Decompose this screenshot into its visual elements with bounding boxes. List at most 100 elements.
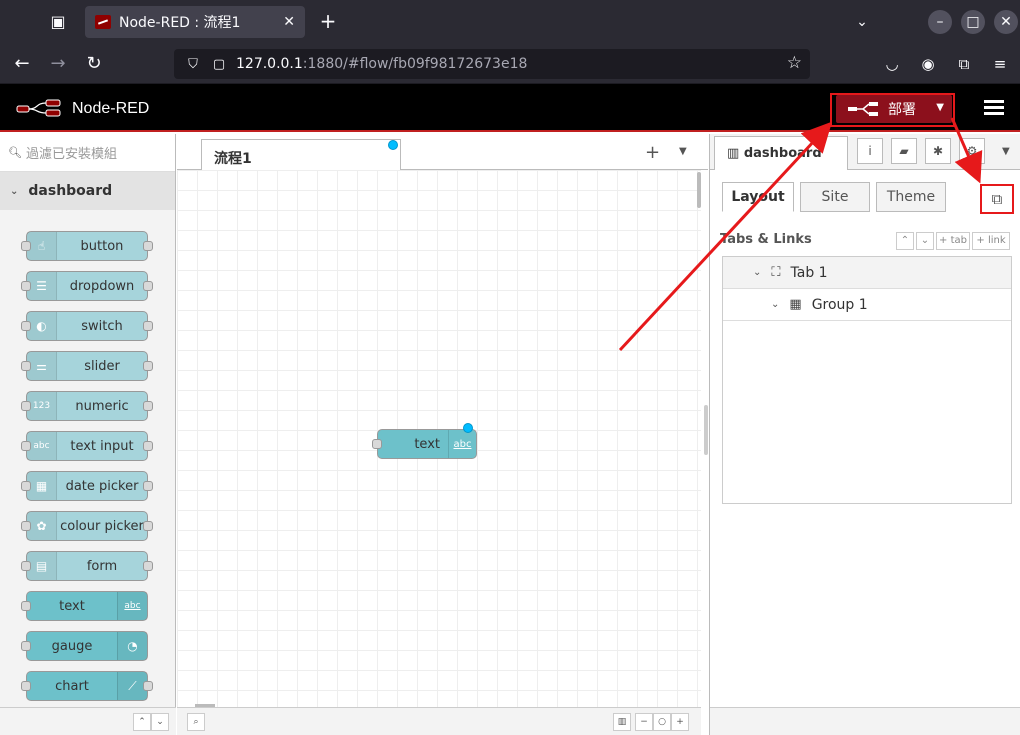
palette-node-label: button — [80, 238, 124, 254]
text-input-icon: abc — [27, 432, 57, 460]
tab-list-icon[interactable]: ▣ — [46, 10, 70, 34]
flow-list-caret-icon[interactable]: ▼ — [679, 146, 687, 157]
palette-node-text[interactable]: text abc — [21, 591, 148, 621]
output-port — [143, 321, 153, 331]
page-info-icon[interactable]: ▢ — [210, 57, 228, 72]
node-red-favicon-icon — [95, 15, 111, 29]
palette-node-colour-picker[interactable]: ✿ colour picker — [21, 511, 153, 541]
zoom-reset-icon[interactable]: ○ — [653, 713, 671, 731]
hand-pointer-icon: ☝ — [27, 232, 57, 260]
open-dashboard-link-icon[interactable]: ⧉ — [980, 184, 1014, 214]
add-link-button[interactable]: + link — [972, 232, 1010, 250]
input-port — [21, 561, 31, 571]
input-port — [21, 521, 31, 531]
palette-category-label: dashboard — [28, 183, 113, 199]
gear-icon[interactable]: ⚙ — [959, 138, 985, 164]
tab-layout[interactable]: Layout — [722, 182, 794, 212]
reload-icon[interactable]: ↻ — [82, 52, 106, 76]
node-palette: 🔍︎ 過濾已安裝模組 ⌄ dashboard ☝ button ☰ dropdo… — [0, 134, 176, 735]
app-title: Node-RED — [72, 100, 150, 117]
tab-theme[interactable]: Theme — [876, 182, 946, 212]
form-icon: ▤ — [27, 552, 57, 580]
tab-site[interactable]: Site — [800, 182, 870, 212]
sidebar-tab-bar: ▥ dashboard i ▰ ✱ ⚙ ▼ — [710, 134, 1020, 170]
minimize-icon[interactable]: – — [928, 10, 952, 34]
new-tab-icon[interactable]: + — [316, 10, 340, 34]
palette-node-switch[interactable]: ◐ switch — [21, 311, 153, 341]
book-icon[interactable]: ▰ — [891, 138, 917, 164]
expand-all-icon[interactable]: ⌄ — [151, 713, 169, 731]
input-port — [21, 641, 31, 651]
palette-node-label: dropdown — [69, 278, 135, 294]
sidebar-more-caret-icon[interactable]: ▼ — [1002, 146, 1010, 157]
forward-icon[interactable]: → — [46, 52, 70, 76]
palette-node-text-input[interactable]: abc text input — [21, 431, 153, 461]
chevron-down-icon[interactable]: ⌄ — [771, 299, 779, 310]
input-port — [21, 481, 31, 491]
tree-group-item[interactable]: ⌄ ▦ Group 1 — [723, 289, 1011, 321]
palette-node-form[interactable]: ▤ form — [21, 551, 153, 581]
close-tab-icon[interactable]: ✕ — [283, 14, 295, 30]
output-port — [143, 281, 153, 291]
tree-group-label: Group 1 — [811, 296, 868, 313]
palette-node-slider[interactable]: ⚌ slider — [21, 351, 153, 381]
palette-node-date-picker[interactable]: ▦ date picker — [21, 471, 153, 501]
palette-node-numeric[interactable]: 123 numeric — [21, 391, 153, 421]
back-icon[interactable]: ← — [10, 52, 34, 76]
tree-tab-item[interactable]: ⌄ ⛶ Tab 1 — [723, 257, 1011, 289]
chevron-down-icon[interactable]: ⌄ — [753, 267, 761, 278]
account-icon[interactable]: ◉ — [916, 52, 940, 76]
output-port — [143, 241, 153, 251]
palette-node-label: chart — [55, 678, 89, 694]
close-window-icon[interactable]: ✕ — [994, 10, 1018, 34]
palette-node-label: date picker — [65, 478, 139, 494]
url-bar[interactable]: ⛉ ▢ 127.0.0.1:1880/#flow/fb09f98172673e1… — [174, 49, 810, 79]
palette-node-dropdown[interactable]: ☰ dropdown — [21, 271, 153, 301]
sidebar-tab-label: dashboard — [743, 146, 822, 161]
search-icon[interactable]: ⌕ — [187, 713, 205, 731]
palette-node-button[interactable]: ☝ button — [21, 231, 153, 261]
shield-icon[interactable]: ⛉ — [184, 57, 202, 72]
bookmark-star-icon[interactable]: ☆ — [787, 53, 802, 73]
changed-indicator — [388, 140, 398, 150]
browser-tab-title: Node-RED : 流程1 — [119, 15, 241, 31]
vertical-scrollbar[interactable] — [697, 172, 701, 208]
pocket-icon[interactable]: ◡ — [880, 52, 904, 76]
browser-tab[interactable]: Node-RED : 流程1 ✕ — [85, 6, 305, 38]
extensions-icon[interactable]: ⧉ — [952, 52, 976, 76]
flow-node-text[interactable]: text abc — [372, 423, 477, 459]
palette-search[interactable]: 🔍︎ 過濾已安裝模組 — [0, 134, 175, 172]
palette-node-label: colour picker — [60, 518, 144, 534]
map-icon[interactable]: ▥ — [613, 713, 631, 731]
zoom-in-icon[interactable]: + — [671, 713, 689, 731]
abc-icon: abc — [117, 592, 147, 620]
add-tab-button[interactable]: + tab — [936, 232, 970, 250]
expand-all-icon[interactable]: ⌄ — [916, 232, 934, 250]
hamburger-menu-icon[interactable] — [984, 100, 1004, 116]
palette-category-dashboard[interactable]: ⌄ dashboard — [0, 172, 175, 210]
info-icon[interactable]: i — [857, 138, 883, 164]
zoom-out-icon[interactable]: − — [635, 713, 653, 731]
collapse-all-icon[interactable]: ⌃ — [133, 713, 151, 731]
collapse-all-icon[interactable]: ⌃ — [896, 232, 914, 250]
palette-node-chart[interactable]: chart ⟋ — [21, 671, 153, 701]
sidebar-resize-handle[interactable] — [704, 405, 708, 455]
table-icon: ▦ — [789, 297, 802, 312]
bug-icon[interactable]: ✱ — [925, 138, 951, 164]
flow-tab-label: 流程1 — [214, 151, 252, 167]
palette-node-gauge[interactable]: gauge ◔ — [21, 631, 148, 661]
flow-canvas[interactable]: text abc — [177, 170, 701, 707]
output-port — [143, 441, 153, 451]
browser-menu-icon[interactable]: ≡ — [988, 52, 1012, 76]
output-port — [143, 561, 153, 571]
sidebar-tab-dashboard[interactable]: ▥ dashboard — [714, 136, 848, 170]
tab-overflow-chevron-icon[interactable]: ⌄ — [850, 10, 874, 34]
maximize-icon[interactable]: □ — [961, 10, 985, 34]
palette-node-label: text input — [70, 438, 134, 454]
add-flow-icon[interactable]: + — [645, 142, 660, 163]
input-port[interactable] — [372, 439, 382, 449]
output-port — [143, 521, 153, 531]
tabs-links-title: Tabs & Links — [720, 232, 812, 247]
palette-footer: ⌃ ⌄ — [0, 707, 176, 735]
flow-tab[interactable]: 流程1 — [201, 139, 401, 170]
